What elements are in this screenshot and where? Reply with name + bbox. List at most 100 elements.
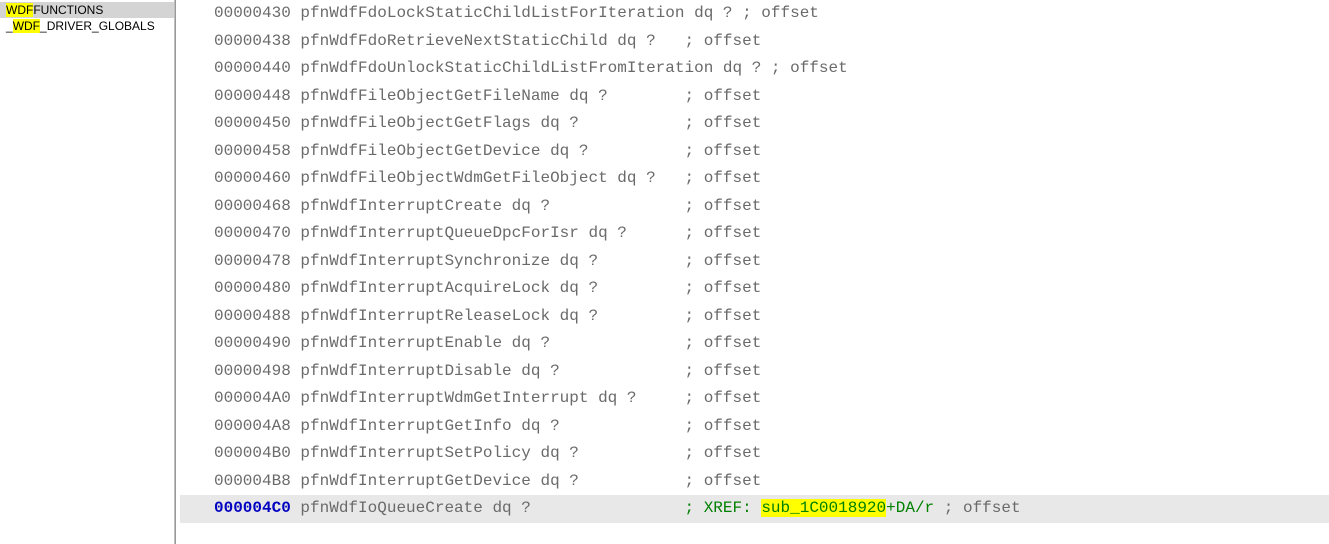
padding [560, 362, 685, 380]
offset: 00000480 [214, 279, 291, 297]
padding [656, 32, 685, 50]
symbol: pfnWdfFdoRetrieveNextStaticChild dq ? [300, 32, 655, 50]
comment: ; offset [684, 87, 761, 105]
offset: 000004B8 [214, 472, 291, 490]
symbol: pfnWdfInterruptGetInfo dq ? [300, 417, 559, 435]
comment: ; offset [685, 472, 762, 490]
symbol: pfnWdfFileObjectWdmGetFileObject dq ? [300, 169, 655, 187]
padding [560, 417, 685, 435]
symbol: pfnWdfFileObjectGetFlags dq ? [300, 114, 578, 132]
symbol-sidebar[interactable]: WDFFUNCTIONS _WDF_DRIVER_GLOBALS [0, 0, 175, 544]
offset: 00000430 [214, 4, 291, 22]
padding [598, 307, 684, 325]
xref-suffix: +DA/r [886, 499, 934, 517]
symbol: pfnWdfInterruptGetDevice dq ? [300, 472, 578, 490]
code-line[interactable]: 000004A8 pfnWdfInterruptGetInfo dq ? ; o… [180, 413, 1329, 441]
offset: 00000460 [214, 169, 291, 187]
code-line[interactable]: 00000480 pfnWdfInterruptAcquireLock dq ?… [180, 275, 1329, 303]
comment: ; offset [685, 279, 762, 297]
offset: 00000450 [214, 114, 291, 132]
padding [656, 169, 685, 187]
comment: ; offset [685, 32, 762, 50]
code-line-xref[interactable]: 000004C0 pfnWdfIoQueueCreate dq ? ; XREF… [180, 495, 1329, 523]
offset: 00000488 [214, 307, 291, 325]
xref-tail: ; offset [934, 499, 1020, 517]
symbol: pfnWdfInterruptSetPolicy dq ? [300, 444, 578, 462]
xref-sub[interactable]: sub_1C0018920 [761, 499, 886, 517]
comment: ; offset [684, 197, 761, 215]
padding [550, 197, 684, 215]
code-line[interactable]: 00000440 pfnWdfFdoUnlockStaticChildListF… [180, 55, 1329, 83]
offset: 00000440 [214, 59, 291, 77]
symbol: pfnWdfInterruptQueueDpcForIsr dq ? [300, 224, 626, 242]
code-line[interactable]: 000004B0 pfnWdfInterruptSetPolicy dq ? ;… [180, 440, 1329, 468]
sidebar-item-label: FUNCTIONS [33, 3, 103, 17]
padding [550, 334, 684, 352]
symbol: pfnWdfFdoLockStaticChildListForIteration… [300, 4, 818, 22]
padding [531, 499, 685, 517]
symbol: pfnWdfIoQueueCreate dq ? [300, 499, 530, 517]
offset: 000004B0 [214, 444, 291, 462]
comment: ; offset [684, 142, 761, 160]
symbol: pfnWdfInterruptEnable dq ? [300, 334, 550, 352]
symbol: pfnWdfFileObjectGetFileName dq ? [300, 87, 607, 105]
offset: 00000490 [214, 334, 291, 352]
code-line[interactable]: 00000490 pfnWdfInterruptEnable dq ? ; of… [180, 330, 1329, 358]
symbol: pfnWdfInterruptReleaseLock dq ? [300, 307, 598, 325]
symbol: pfnWdfInterruptDisable dq ? [300, 362, 559, 380]
symbol: pfnWdfInterruptSynchronize dq ? [300, 252, 598, 270]
code-line[interactable]: 00000458 pfnWdfFileObjectGetDevice dq ? … [180, 138, 1329, 166]
comment: ; offset [685, 417, 762, 435]
padding [579, 444, 685, 462]
padding [598, 279, 684, 297]
sidebar-prefix: _ [6, 19, 13, 33]
code-line[interactable]: 00000470 pfnWdfInterruptQueueDpcForIsr d… [180, 220, 1329, 248]
code-line[interactable]: 00000450 pfnWdfFileObjectGetFlags dq ? ;… [180, 110, 1329, 138]
sidebar-highlight: WDF [13, 19, 40, 33]
comment: ; offset [685, 362, 762, 380]
padding [579, 472, 685, 490]
padding [627, 224, 685, 242]
code-line[interactable]: 00000438 pfnWdfFdoRetrieveNextStaticChil… [180, 28, 1329, 56]
code-line[interactable]: 00000430 pfnWdfFdoLockStaticChildListFor… [180, 0, 1329, 28]
sidebar-item-label: _DRIVER_GLOBALS [40, 19, 155, 33]
offset: 00000458 [214, 142, 291, 160]
code-line[interactable]: 00000478 pfnWdfInterruptSynchronize dq ?… [180, 248, 1329, 276]
symbol: pfnWdfInterruptWdmGetInterrupt dq ? [300, 389, 636, 407]
offset: 00000470 [214, 224, 291, 242]
comment: ; offset [684, 334, 761, 352]
symbol: pfnWdfFileObjectGetDevice dq ? [300, 142, 588, 160]
sidebar-highlight: WDF [6, 3, 33, 17]
sidebar-item-wdffunctions[interactable]: WDFFUNCTIONS [0, 2, 174, 18]
offset: 00000478 [214, 252, 291, 270]
comment: ; offset [685, 307, 762, 325]
comment: ; offset [685, 389, 762, 407]
code-line[interactable]: 00000468 pfnWdfInterruptCreate dq ? ; of… [180, 193, 1329, 221]
padding [608, 87, 685, 105]
code-line[interactable]: 000004A0 pfnWdfInterruptWdmGetInterrupt … [180, 385, 1329, 413]
symbol: pfnWdfFdoUnlockStaticChildListFromIterat… [300, 59, 847, 77]
offset: 00000498 [214, 362, 291, 380]
offset: 000004C0 [214, 499, 291, 517]
code-line[interactable]: 000004B8 pfnWdfInterruptGetDevice dq ? ;… [180, 468, 1329, 496]
offset: 000004A0 [214, 389, 291, 407]
code-line[interactable]: 00000460 pfnWdfFileObjectWdmGetFileObjec… [180, 165, 1329, 193]
disassembly-view[interactable]: 00000430 pfnWdfFdoLockStaticChildListFor… [175, 0, 1329, 544]
offset: 00000448 [214, 87, 291, 105]
code-line[interactable]: 00000448 pfnWdfFileObjectGetFileName dq … [180, 83, 1329, 111]
xref-label: ; XREF: [684, 499, 751, 517]
offset: 000004A8 [214, 417, 291, 435]
symbol: pfnWdfInterruptCreate dq ? [300, 197, 550, 215]
code-line[interactable]: 00000488 pfnWdfInterruptReleaseLock dq ?… [180, 303, 1329, 331]
comment: ; offset [685, 252, 762, 270]
symbol: pfnWdfInterruptAcquireLock dq ? [300, 279, 598, 297]
comment: ; offset [685, 444, 762, 462]
padding [588, 142, 684, 160]
code-line[interactable]: 00000498 pfnWdfInterruptDisable dq ? ; o… [180, 358, 1329, 386]
padding [636, 389, 684, 407]
comment: ; offset [685, 169, 762, 187]
sidebar-item-wdf-driver-globals[interactable]: _WDF_DRIVER_GLOBALS [0, 18, 174, 34]
offset: 00000468 [214, 197, 291, 215]
padding [579, 114, 685, 132]
padding [598, 252, 684, 270]
